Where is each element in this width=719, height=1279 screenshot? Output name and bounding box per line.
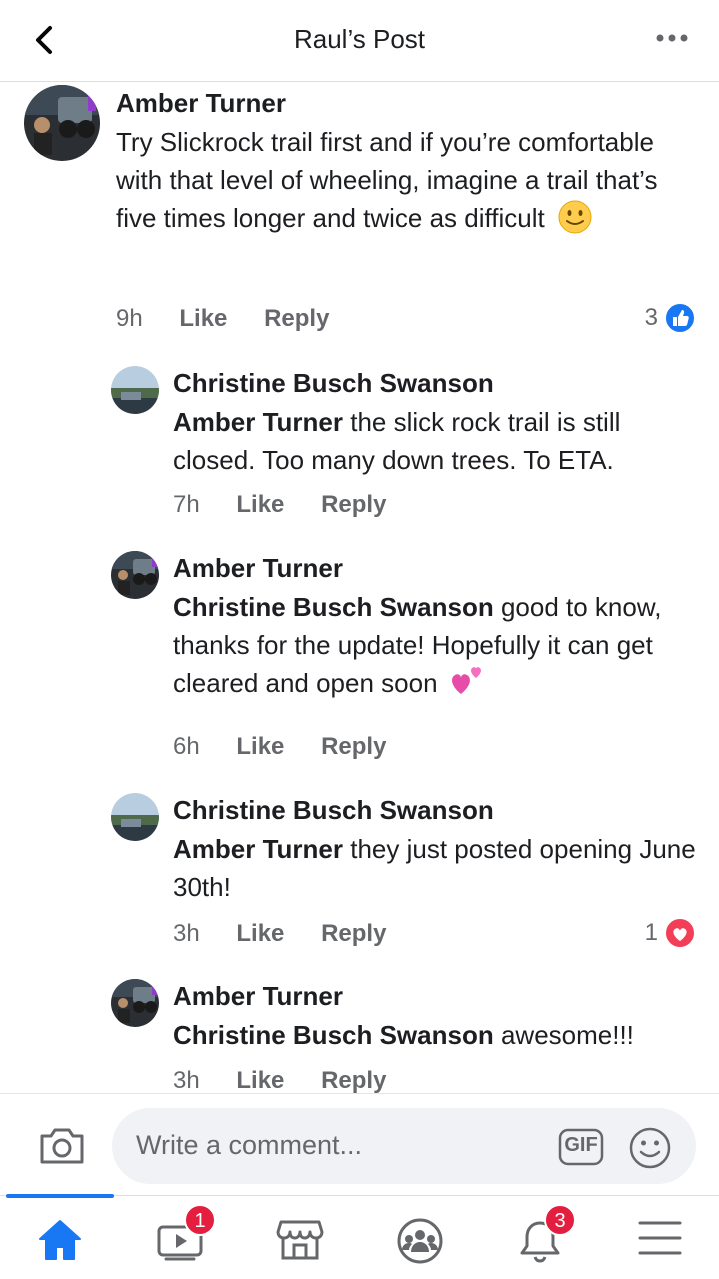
- comment-meta: 9h Like Reply: [116, 305, 359, 333]
- comment: Amber Turner Try Slickrock trail first a…: [0, 83, 719, 343]
- comment-author[interactable]: Amber Turner: [173, 981, 343, 1012]
- like-button[interactable]: Like: [236, 491, 284, 518]
- comment-reply: Amber Turner Christine Busch Swanson awe…: [0, 971, 719, 1093]
- mention-link[interactable]: Christine Busch Swanson: [173, 592, 494, 622]
- comment-text: Try Slickrock trail first and if you’re …: [116, 123, 696, 237]
- comments-list: Amber Turner Try Slickrock trail first a…: [0, 83, 719, 1093]
- avatar[interactable]: [111, 979, 159, 1027]
- mention-link[interactable]: Amber Turner: [173, 834, 343, 864]
- reaction-summary[interactable]: 3: [645, 302, 696, 334]
- mention-link[interactable]: Amber Turner: [173, 407, 343, 437]
- comment-reply: Christine Busch Swanson Amber Turner the…: [0, 358, 719, 528]
- comment-time: 6h: [173, 733, 200, 760]
- nav-notifications[interactable]: 3: [480, 1196, 599, 1279]
- comment-time: 3h: [173, 1067, 200, 1093]
- comment-body: awesome!!!: [493, 1020, 634, 1050]
- comment-composer: Write a comment... GIF: [0, 1093, 719, 1195]
- comment-author[interactable]: Christine Busch Swanson: [173, 795, 494, 826]
- menu-icon: [638, 1221, 681, 1255]
- avatar[interactable]: [111, 551, 159, 599]
- comment-meta: 3h Like Reply: [173, 920, 416, 948]
- nav-marketplace[interactable]: [240, 1196, 359, 1279]
- like-button[interactable]: Like: [236, 733, 284, 760]
- camera-icon: [40, 1128, 84, 1164]
- like-button[interactable]: Like: [236, 1067, 284, 1093]
- reaction-summary[interactable]: 1: [645, 917, 696, 949]
- page-title: Raul’s Post: [293, 24, 426, 54]
- comment-meta: 3h Like Reply: [173, 1067, 416, 1093]
- app-header: Raul’s Post: [0, 0, 719, 82]
- gif-button[interactable]: GIF: [558, 1128, 604, 1166]
- comment-text: Christine Busch Swanson awesome!!!: [173, 1016, 703, 1054]
- comment-time: 7h: [173, 491, 200, 518]
- slightly-smiling-face-icon: [558, 200, 592, 234]
- comment-text: Amber Turner the slick rock trail is sti…: [173, 403, 703, 479]
- comment-text: Christine Busch Swanson good to know, th…: [173, 588, 703, 702]
- comment-reply: Amber Turner Christine Busch Swanson goo…: [0, 543, 719, 773]
- marketplace-icon: [276, 1220, 323, 1260]
- comment-input[interactable]: Write a comment... GIF: [112, 1108, 696, 1184]
- notification-badge: 3: [544, 1204, 576, 1236]
- camera-button[interactable]: [38, 1124, 86, 1166]
- reaction-count: 1: [644, 919, 658, 946]
- nav-menu[interactable]: [600, 1196, 719, 1279]
- comment-time: 9h: [116, 305, 143, 332]
- reply-button[interactable]: Reply: [321, 1067, 386, 1093]
- mention-link[interactable]: Christine Busch Swanson: [173, 1020, 494, 1050]
- comment-reply: Christine Busch Swanson Amber Turner the…: [0, 785, 719, 955]
- reply-button[interactable]: Reply: [321, 491, 386, 518]
- groups-icon: [397, 1218, 442, 1264]
- home-icon: [38, 1220, 81, 1260]
- reply-button[interactable]: Reply: [321, 920, 386, 947]
- reply-button[interactable]: Reply: [321, 733, 386, 760]
- nav-home[interactable]: [0, 1194, 119, 1279]
- nav-watch[interactable]: 1: [120, 1196, 239, 1279]
- more-horizontal-icon: [656, 34, 688, 42]
- gif-label: GIF: [564, 1134, 598, 1156]
- avatar[interactable]: [24, 85, 100, 161]
- comment-meta: 6h Like Reply: [173, 733, 416, 761]
- love-reaction-icon: [664, 917, 696, 949]
- smiley-icon: [629, 1127, 671, 1169]
- more-options-button[interactable]: [655, 28, 689, 48]
- emoji-button[interactable]: [628, 1126, 672, 1170]
- avatar[interactable]: [111, 793, 159, 841]
- comment-author[interactable]: Amber Turner: [116, 88, 286, 119]
- notification-badge: 1: [184, 1204, 216, 1236]
- comment-author[interactable]: Christine Busch Swanson: [173, 368, 494, 399]
- comment-time: 3h: [173, 920, 200, 947]
- bottom-nav: 1 3: [0, 1194, 719, 1279]
- like-reaction-icon: [664, 302, 696, 334]
- reply-button[interactable]: Reply: [264, 305, 329, 332]
- comment-author[interactable]: Amber Turner: [173, 553, 343, 584]
- like-button[interactable]: Like: [179, 305, 227, 332]
- like-button[interactable]: Like: [236, 920, 284, 947]
- comment-meta: 7h Like Reply: [173, 491, 416, 519]
- two-hearts-icon: [451, 667, 481, 695]
- comment-input-placeholder: Write a comment...: [136, 1130, 363, 1160]
- active-tab-indicator: [6, 1194, 114, 1198]
- comment-text: Amber Turner they just posted opening Ju…: [173, 830, 703, 906]
- reaction-count: 3: [644, 304, 658, 331]
- avatar[interactable]: [111, 366, 159, 414]
- nav-groups[interactable]: [360, 1196, 479, 1279]
